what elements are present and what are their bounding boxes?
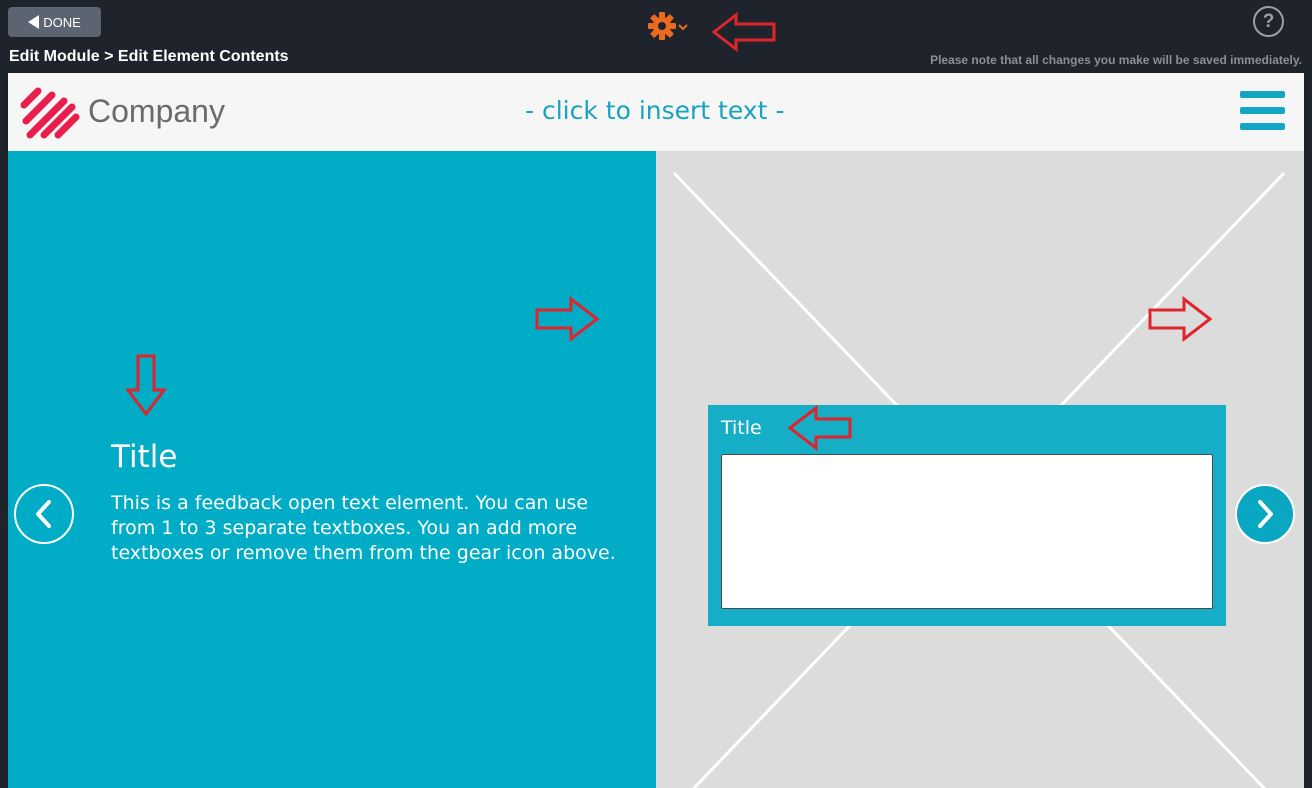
textbox-title[interactable]: Title [721, 417, 762, 439]
insert-text-placeholder[interactable]: - click to insert text - [525, 96, 784, 125]
page-header: Company - click to insert text - [8, 73, 1304, 151]
done-label: DONE [43, 14, 81, 30]
left-title[interactable]: Title [111, 439, 177, 475]
gear-icon[interactable] [648, 10, 692, 42]
annotation-arrow-left-icon [788, 405, 852, 451]
top-bar: DONE ? Edit Module > Edit Element Conten… [0, 0, 1312, 73]
chevron-left-icon [36, 500, 51, 528]
back-triangle-icon [28, 15, 40, 29]
left-body-text[interactable]: This is a feedback open text element. Yo… [111, 491, 631, 566]
annotation-arrow-right-icon [1148, 296, 1213, 342]
hamburger-menu-icon[interactable] [1240, 91, 1285, 131]
annotation-arrow-right-icon [535, 296, 600, 342]
help-icon[interactable]: ? [1253, 6, 1284, 37]
chevron-right-icon [1258, 500, 1273, 528]
breadcrumb: Edit Module > Edit Element Contents [9, 48, 289, 65]
next-button[interactable] [1235, 484, 1295, 544]
annotation-arrow-left-icon [712, 12, 776, 52]
previous-button[interactable] [14, 484, 74, 544]
company-name: Company [88, 93, 225, 129]
feedback-textbox-card: Title [708, 405, 1226, 626]
annotation-arrow-down-icon [126, 354, 167, 417]
feedback-textbox[interactable] [721, 454, 1213, 609]
company-logo-icon [20, 87, 80, 139]
done-button[interactable]: DONE [8, 7, 101, 37]
left-content-panel: Title This is a feedback open text eleme… [8, 151, 656, 788]
save-note: Please note that all changes you make wi… [930, 53, 1302, 67]
